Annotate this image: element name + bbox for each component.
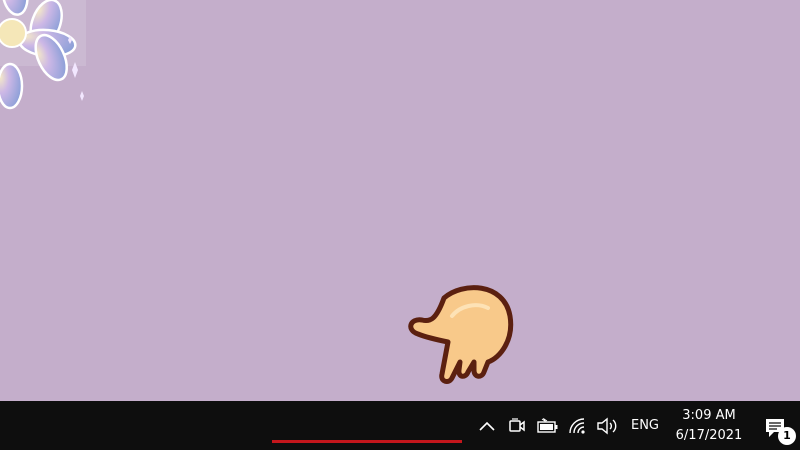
notification-badge: 1 [778, 427, 796, 445]
meet-now-icon[interactable] [506, 415, 528, 437]
wifi-icon[interactable] [566, 415, 590, 437]
pointing-hand-icon [408, 285, 514, 384]
flower-icon [0, 0, 86, 110]
clock-date: 6/17/2021 [675, 428, 743, 443]
language-indicator[interactable]: ENG [624, 418, 666, 433]
chevron-up-icon[interactable] [476, 415, 498, 437]
clock-time: 3:09 AM [682, 408, 736, 423]
volume-icon[interactable] [594, 415, 620, 437]
battery-icon[interactable] [535, 415, 561, 437]
desktop [0, 0, 800, 401]
clock[interactable]: 3:09 AM 6/17/2021 [670, 406, 748, 446]
taskbar-indicator-line [272, 440, 462, 443]
